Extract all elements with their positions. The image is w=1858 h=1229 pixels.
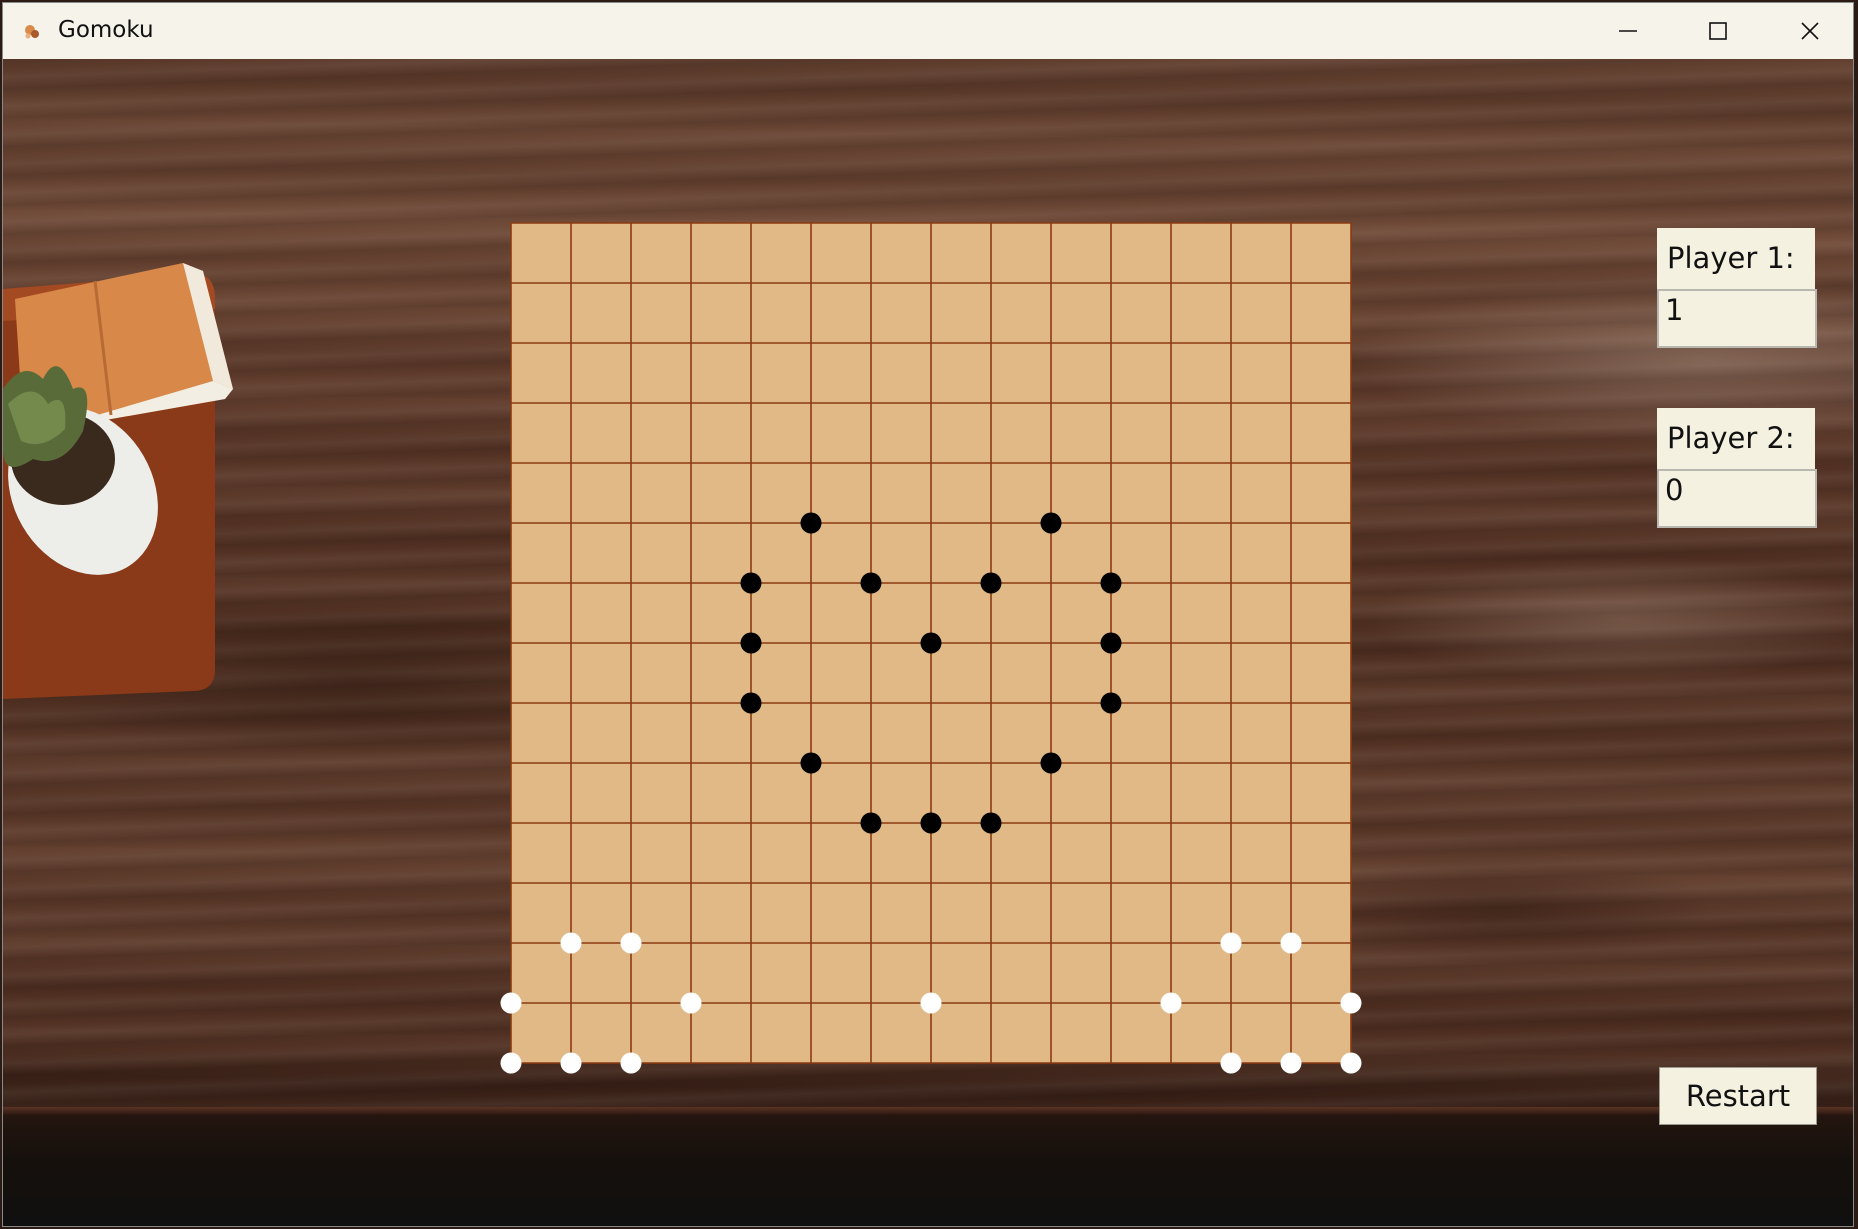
player1-label: Player 1:	[1657, 228, 1815, 290]
black-stone	[980, 812, 1002, 834]
white-stone	[1340, 1052, 1362, 1074]
close-button[interactable]	[1765, 3, 1853, 59]
black-stone	[1100, 632, 1122, 654]
black-stone	[1100, 572, 1122, 594]
black-stone	[1040, 512, 1062, 534]
black-stone	[800, 752, 822, 774]
white-stone	[620, 932, 642, 954]
white-stone	[1280, 932, 1302, 954]
black-stone	[860, 572, 882, 594]
minimize-icon	[1619, 30, 1637, 32]
maximize-icon	[1709, 22, 1727, 40]
white-stone	[680, 992, 702, 1014]
game-window: Gomoku Player 1: 1 Player 2: 0 Restart	[2, 2, 1854, 1227]
black-stone	[980, 572, 1002, 594]
black-stone	[1040, 752, 1062, 774]
wood-table-background: Player 1: 1 Player 2: 0 Restart	[3, 59, 1853, 1226]
black-stone	[740, 632, 762, 654]
white-stone	[500, 1052, 522, 1074]
minimize-button[interactable]	[1583, 3, 1673, 59]
gomoku-app-icon	[25, 25, 39, 39]
black-stone	[1100, 692, 1122, 714]
window-title: Gomoku	[58, 17, 154, 43]
white-stone	[1340, 992, 1362, 1014]
black-stone	[860, 812, 882, 834]
black-stone	[920, 812, 942, 834]
player1-score-field[interactable]: 1	[1657, 289, 1817, 348]
maximize-button[interactable]	[1673, 3, 1763, 59]
black-stone	[740, 692, 762, 714]
white-stone	[560, 1052, 582, 1074]
restart-button[interactable]: Restart	[1659, 1067, 1817, 1125]
gomoku-board[interactable]	[3, 59, 1403, 1159]
player2-score-field[interactable]: 0	[1657, 469, 1817, 528]
white-stone	[1220, 932, 1242, 954]
white-stone	[620, 1052, 642, 1074]
title-bar: Gomoku	[3, 3, 1853, 59]
black-stone	[740, 572, 762, 594]
close-icon	[1801, 22, 1819, 40]
player2-label: Player 2:	[1657, 408, 1815, 470]
white-stone	[560, 932, 582, 954]
black-stone	[920, 632, 942, 654]
white-stone	[920, 992, 942, 1014]
white-stone	[1220, 1052, 1242, 1074]
white-stone	[1160, 992, 1182, 1014]
black-stone	[800, 512, 822, 534]
white-stone	[500, 992, 522, 1014]
white-stone	[1280, 1052, 1302, 1074]
